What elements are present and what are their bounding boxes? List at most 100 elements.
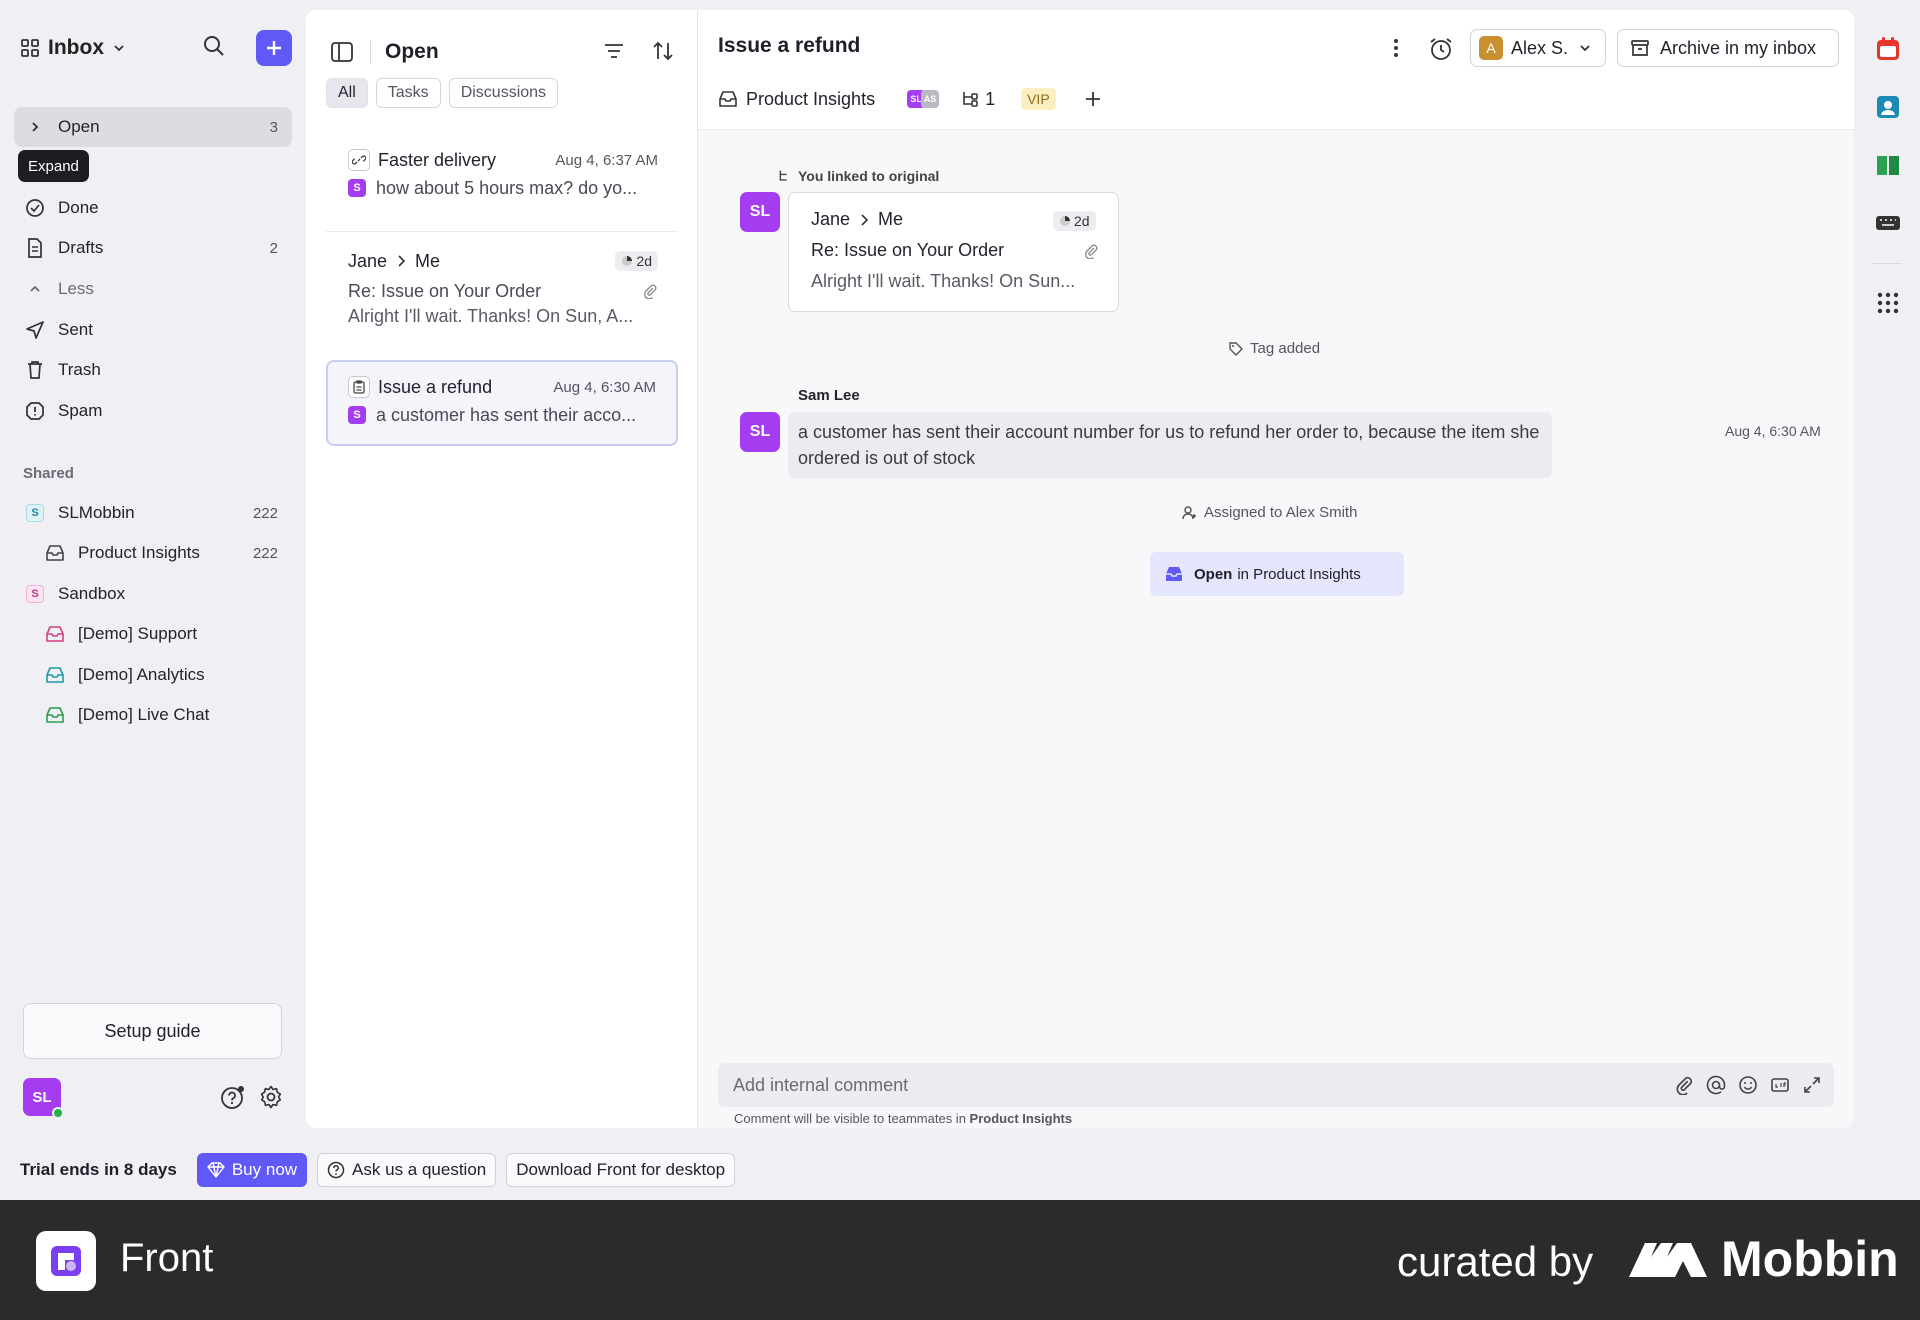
toggle-sidebar-button[interactable] [330, 40, 354, 64]
filter-discussions[interactable]: Discussions [448, 78, 559, 108]
shared-item-demo-support[interactable]: [Demo] Support [14, 614, 292, 654]
apps-grid-icon [1877, 292, 1899, 314]
filter-all[interactable]: All [326, 78, 368, 108]
conversation-item[interactable]: Faster delivery Aug 4, 6:37 AM S how abo… [326, 146, 678, 232]
nav-trash[interactable]: Trash [14, 350, 292, 390]
conversation-subject: Re: Issue on Your Order [348, 280, 542, 301]
nav-open[interactable]: Open 3 [14, 107, 292, 147]
nav-less[interactable]: Less [14, 269, 292, 309]
download-desktop-button[interactable]: Download Front for desktop [506, 1153, 736, 1187]
nav-label: Sent [58, 320, 93, 339]
inbox-tray-icon [44, 623, 66, 645]
sort-icon [653, 41, 673, 61]
buy-now-button[interactable]: Buy now [196, 1153, 308, 1187]
team-badge: S [26, 585, 44, 603]
add-tag-icon[interactable] [1084, 90, 1102, 108]
participants[interactable]: SL AS [907, 90, 940, 108]
linked-card-header: Jane Me [811, 209, 904, 229]
archive-icon [1631, 40, 1649, 56]
message-bubble[interactable]: a customer has sent their account number… [788, 412, 1552, 478]
expand-icon[interactable] [1802, 1075, 1822, 1095]
shared-item-product-insights[interactable]: Product Insights 222 [14, 533, 292, 573]
front-logo [36, 1231, 96, 1291]
conversation-panel: Issue a refund A Alex S. Archive in my i… [698, 10, 1854, 1128]
sort-button[interactable] [652, 40, 674, 62]
gif-icon[interactable] [1770, 1075, 1790, 1095]
conversation-item-selected[interactable]: Issue a refund Aug 4, 6:30 AM S a custom… [326, 360, 678, 446]
settings-button[interactable] [258, 1084, 284, 1110]
linked-conversation-card[interactable]: Jane Me 2d Re: Issue on Your Order Alrig… [788, 192, 1119, 312]
setup-guide-button[interactable]: Setup guide [23, 1003, 282, 1059]
inbox-label: Inbox [48, 36, 104, 59]
list-title: Open [370, 40, 439, 64]
keyboard-shortcuts-button[interactable] [1875, 210, 1901, 236]
team-badge: S [26, 504, 44, 522]
user-avatar[interactable]: SL [23, 1078, 64, 1119]
curated-by-text: curated by [1397, 1238, 1594, 1285]
emoji-icon[interactable] [1738, 1075, 1758, 1095]
spam-icon [24, 400, 46, 422]
nav-count: 222 [252, 504, 278, 522]
more-apps-button[interactable] [1875, 290, 1901, 316]
assignee-name: Alex S. [1511, 37, 1569, 58]
archive-button[interactable]: Archive in my inbox [1617, 29, 1839, 67]
filter-button[interactable] [603, 40, 625, 62]
conversation-item[interactable]: Jane Me 2d Re: Issue on Your Order Alrig… [326, 246, 678, 356]
search-icon [204, 36, 224, 56]
knowledge-base-app-button[interactable] [1875, 152, 1901, 178]
comment-placeholder: Add internal comment [733, 1074, 909, 1095]
mention-icon[interactable] [1706, 1075, 1726, 1095]
chevron-down-icon [1580, 45, 1590, 52]
help-icon [221, 1086, 244, 1109]
comment-input[interactable]: Add internal comment [718, 1063, 1834, 1107]
nav-done[interactable]: Done [14, 188, 292, 228]
snooze-button[interactable] [1428, 36, 1454, 62]
branch-icon [779, 170, 787, 181]
assignee-dropdown[interactable]: A Alex S. [1470, 29, 1606, 67]
contacts-app-button[interactable] [1875, 94, 1901, 120]
search-button[interactable] [202, 34, 226, 58]
nav-drafts[interactable]: Drafts 2 [14, 228, 292, 268]
chevron-right-icon [398, 255, 406, 267]
help-button[interactable] [220, 1084, 246, 1110]
message-time: Aug 4, 6:30 AM [1725, 423, 1821, 439]
trash-icon [24, 359, 46, 381]
shared-item-slmobbin[interactable]: S SLMobbin 222 [14, 493, 292, 533]
vip-tag[interactable]: VIP [1021, 88, 1056, 110]
nav-label: SLMobbin [58, 503, 135, 522]
ask-question-button[interactable]: Ask us a question [317, 1153, 497, 1187]
shared-item-demo-live-chat[interactable]: [Demo] Live Chat [14, 695, 292, 735]
tag-icon [1229, 341, 1243, 356]
shared-section-label: Shared [23, 465, 74, 482]
age-badge: 2d [615, 251, 658, 271]
open-in-inbox-chip[interactable]: Open in Product Insights [1150, 552, 1404, 596]
nav-label: Sandbox [58, 584, 126, 603]
conversation-time: Aug 4, 6:30 AM [553, 378, 656, 396]
paperclip-icon[interactable] [1674, 1075, 1694, 1095]
calendar-app-button[interactable] [1875, 36, 1901, 62]
shared-item-sandbox[interactable]: S Sandbox [14, 574, 292, 614]
more-options-button[interactable] [1384, 36, 1408, 60]
plus-icon [267, 41, 281, 55]
age-text: 2d [636, 253, 652, 269]
shared-item-demo-analytics[interactable]: [Demo] Analytics [14, 655, 292, 695]
front-logo-icon [51, 1246, 81, 1276]
compose-button[interactable] [256, 30, 292, 66]
clipboard-icon [348, 376, 370, 398]
nav-spam[interactable]: Spam [14, 391, 292, 431]
filter-tasks[interactable]: Tasks [375, 78, 441, 108]
inbox-tag[interactable]: Product Insights [718, 89, 875, 110]
sender-badge: S [348, 406, 366, 424]
inbox-switcher[interactable]: Inbox [20, 36, 126, 60]
conversation-time: Aug 4, 6:37 AM [555, 151, 658, 169]
chevron-right-icon [24, 116, 46, 138]
nav-sent[interactable]: Sent [14, 310, 292, 350]
diamond-icon [207, 1162, 225, 1178]
nav-label: Drafts [58, 238, 104, 257]
sidebar-toggle-icon [331, 42, 353, 62]
calendar-icon [1877, 37, 1899, 60]
linked-conversations[interactable]: 1 [961, 89, 995, 110]
assignee-avatar: A [1479, 36, 1503, 60]
nav-count: 3 [269, 118, 278, 136]
grid-icon [21, 39, 39, 57]
